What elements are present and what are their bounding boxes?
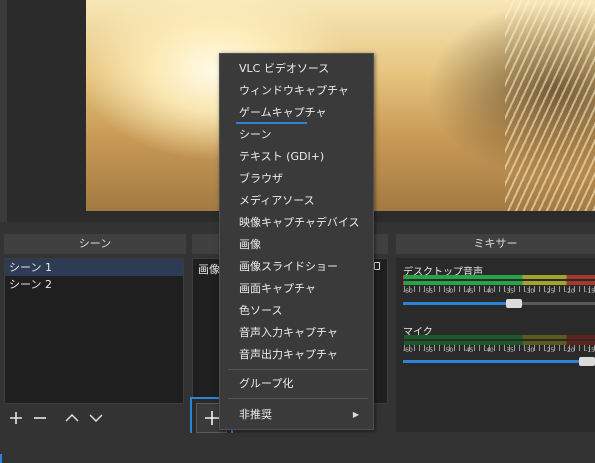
menu-item-group[interactable]: グループ化 bbox=[220, 373, 373, 395]
scale-label: -25 bbox=[544, 288, 555, 295]
menu-item-image-slideshow[interactable]: 画像スライドショー bbox=[220, 256, 373, 278]
add-scene-button[interactable] bbox=[4, 406, 28, 430]
focus-accent bbox=[0, 454, 2, 463]
scale-label: -45 bbox=[463, 288, 474, 295]
menu-item-vlc-source[interactable]: VLC ビデオソース bbox=[220, 58, 373, 80]
preview-left-border bbox=[0, 0, 7, 222]
audio-meter bbox=[404, 335, 595, 339]
scale-label: -60 bbox=[403, 288, 413, 295]
meter-scale: -60 -55 -50 -45 -40 -35 -30 -25 -20 -15 bbox=[403, 347, 595, 354]
scale-label: -35 bbox=[504, 288, 514, 295]
menu-item-display-capture[interactable]: 画面キャプチャ bbox=[220, 278, 373, 300]
chevron-down-icon bbox=[89, 414, 103, 422]
menu-item-audio-input-capture[interactable]: 音声入力キャプチャ bbox=[220, 322, 373, 344]
remove-scene-button[interactable] bbox=[28, 406, 52, 430]
menu-item-game-capture[interactable]: ゲームキャプチャ bbox=[220, 102, 373, 124]
scale-label: -30 bbox=[524, 347, 535, 354]
scale-label: -25 bbox=[544, 347, 555, 354]
plus-icon bbox=[204, 411, 219, 425]
scene-item[interactable]: シーン 1 bbox=[5, 259, 183, 276]
scene-list[interactable]: シーン 1 シーン 2 bbox=[4, 258, 184, 404]
minus-icon bbox=[34, 417, 46, 419]
menu-item-window-capture[interactable]: ウィンドウキャプチャ bbox=[220, 80, 373, 102]
highlight-underline bbox=[236, 122, 307, 124]
scene-toolbar bbox=[4, 405, 186, 431]
volume-slider-handle[interactable] bbox=[579, 357, 595, 366]
scale-label: -40 bbox=[483, 288, 494, 295]
menu-item-label: 非推奨 bbox=[239, 408, 272, 421]
scale-label: -45 bbox=[463, 347, 474, 354]
scale-label: -20 bbox=[564, 288, 575, 295]
scale-label: -15 bbox=[585, 288, 595, 295]
status-area bbox=[0, 433, 595, 463]
scale-label: -55 bbox=[423, 347, 434, 354]
scale-label: -60 bbox=[403, 347, 413, 354]
volume-slider-handle[interactable] bbox=[506, 299, 522, 308]
volume-slider-fill bbox=[403, 302, 514, 305]
preview-image-detail bbox=[505, 0, 595, 211]
scale-label: -30 bbox=[524, 288, 535, 295]
chevron-up-icon bbox=[65, 414, 79, 422]
move-scene-down-button[interactable] bbox=[84, 406, 108, 430]
volume-slider-fill bbox=[403, 360, 595, 363]
menu-item-deprecated[interactable]: 非推奨 ▶ bbox=[220, 404, 373, 426]
audio-meter bbox=[404, 281, 595, 285]
move-scene-up-button[interactable] bbox=[60, 406, 84, 430]
scenes-dock-title: シーン bbox=[4, 234, 186, 254]
scale-label: -35 bbox=[504, 347, 514, 354]
menu-item-media-source[interactable]: メディアソース bbox=[220, 190, 373, 212]
menu-item-audio-output-capture[interactable]: 音声出力キャプチャ bbox=[220, 344, 373, 366]
meter-scale: -60 -55 -50 -45 -40 -35 -30 -25 -20 -15 bbox=[403, 288, 595, 295]
scale-label: -50 bbox=[443, 347, 454, 354]
scale-label: -55 bbox=[423, 288, 434, 295]
scale-label: -15 bbox=[585, 347, 595, 354]
lock-icon[interactable] bbox=[374, 262, 380, 270]
add-source-menu: VLC ビデオソース ウィンドウキャプチャ ゲームキャプチャ シーン テキスト … bbox=[219, 53, 374, 430]
menu-separator bbox=[228, 398, 368, 399]
menu-separator bbox=[228, 369, 368, 370]
menu-item-color-source[interactable]: 色ソース bbox=[220, 300, 373, 322]
scale-label: -20 bbox=[564, 347, 575, 354]
menu-item-video-capture-device[interactable]: 映像キャプチャデバイス bbox=[220, 212, 373, 234]
menu-item-text-gdi[interactable]: テキスト (GDI+) bbox=[220, 146, 373, 168]
menu-item-scene[interactable]: シーン bbox=[220, 124, 373, 146]
scale-label: -50 bbox=[443, 288, 454, 295]
source-item[interactable]: 画像 bbox=[198, 261, 220, 277]
audio-meter bbox=[404, 275, 595, 279]
plus-icon bbox=[10, 412, 22, 424]
menu-item-image[interactable]: 画像 bbox=[220, 234, 373, 256]
scene-item[interactable]: シーン 2 bbox=[5, 276, 183, 293]
scale-label: -40 bbox=[483, 347, 494, 354]
mixer-dock-title: ミキサー bbox=[396, 234, 595, 254]
menu-item-browser[interactable]: ブラウザ bbox=[220, 168, 373, 190]
submenu-arrow-icon: ▶ bbox=[352, 410, 359, 419]
